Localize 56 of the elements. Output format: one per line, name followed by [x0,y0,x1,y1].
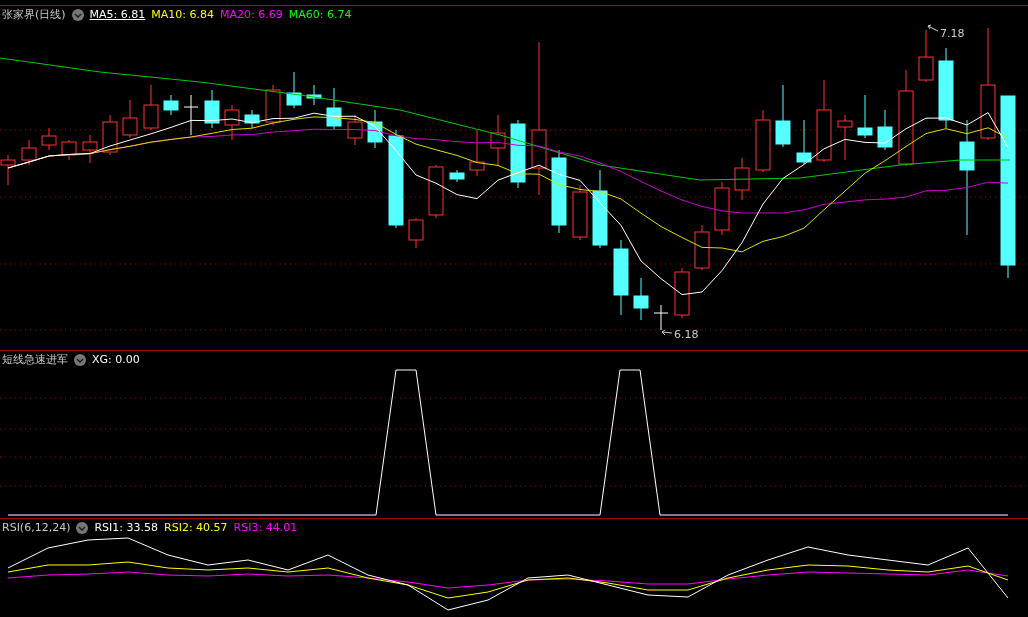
candlestick [694,224,710,271]
candlestick [61,139,77,161]
candlestick [286,71,302,109]
candlestick [918,29,934,83]
indicator-value: MA60: 6.74 [288,8,352,22]
candlestick [734,157,750,201]
candlestick [714,181,730,236]
candlestick [306,84,322,106]
chart-title: 短线急速进军 [2,353,68,367]
candlestick [204,89,220,129]
candlestick [755,109,771,173]
indicator-value: XG: 0.00 [92,353,140,367]
leader-line [661,329,673,336]
chevron-down-icon[interactable] [71,9,84,21]
candlestick [674,267,690,319]
chevron-down-icon[interactable] [76,522,89,534]
indicator-value: MA5: 6.81 [89,8,146,22]
candlestick [102,114,118,156]
chart-title: RSI(6,12,24) [2,521,71,535]
candlestick [428,164,444,219]
indicator-value: MA10: 6.84 [151,8,215,22]
candlestick [449,169,465,183]
candlestick [633,277,649,321]
candlestick [796,119,812,165]
chevron-down-icon[interactable] [74,354,86,366]
candlestick [857,94,873,139]
price-label: 7.18 [940,27,965,40]
candlestick [367,109,383,149]
candlestick [347,114,363,146]
candlestick [837,114,853,161]
price-label: 6.18 [674,328,699,341]
candlestick [572,184,588,241]
candlestick [82,134,98,164]
candlestick [265,84,281,126]
chart-title: 张家界(日线) [2,8,66,22]
candlestick [21,139,37,166]
candlestick [469,129,485,177]
candlestick [183,94,199,136]
candlestick [877,109,893,151]
indicator-value: RSI3: 44.01 [233,521,298,535]
candlestick [775,84,791,148]
candlestick [408,217,424,249]
candlestick [41,127,57,151]
indicator-value: MA20: 6.69 [220,8,283,22]
candlestick [163,94,179,116]
candlestick [122,99,138,139]
indicator-value: RSI2: 40.57 [164,521,228,535]
candlestick [244,109,260,129]
candlestick [326,87,342,131]
candlestick [224,104,240,141]
candlestick [490,114,506,166]
leader-line [927,24,939,32]
candlestick [143,84,159,131]
indicator-value: RSI1: 33.58 [94,521,158,535]
candlestick [510,119,526,189]
candlestick [653,304,669,331]
